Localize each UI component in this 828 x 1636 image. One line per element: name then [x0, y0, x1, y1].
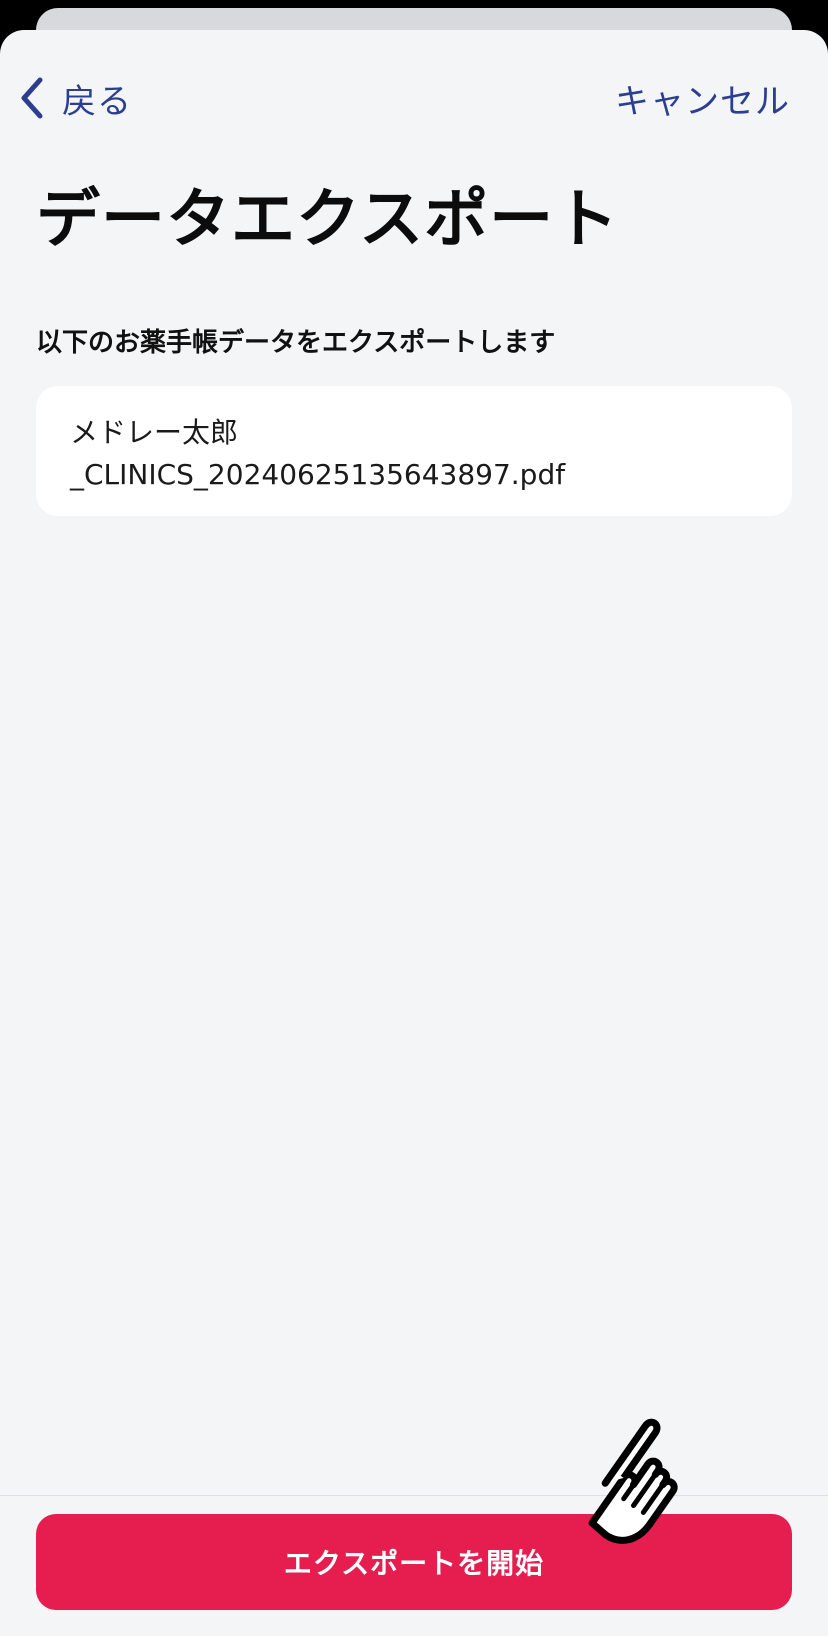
- modal-sheet: 戻る キャンセル データエクスポート 以下のお薬手帳データをエクスポートします …: [0, 30, 828, 1636]
- page-title: データエクスポート: [36, 183, 620, 257]
- chevron-left-icon: [18, 76, 46, 120]
- file-card[interactable]: メドレー太郎 _CLINICS_20240625135643897.pdf: [36, 386, 792, 516]
- back-label: 戻る: [62, 81, 132, 122]
- start-export-button[interactable]: エクスポートを開始: [36, 1514, 792, 1610]
- section-label: 以下のお薬手帳データをエクスポートします: [36, 328, 556, 358]
- cancel-button[interactable]: キャンセル: [615, 68, 790, 128]
- file-name-line1: メドレー太郎: [70, 416, 239, 449]
- file-name-line2: _CLINICS_20240625135643897.pdf: [70, 458, 566, 491]
- back-button[interactable]: 戻る: [18, 68, 132, 128]
